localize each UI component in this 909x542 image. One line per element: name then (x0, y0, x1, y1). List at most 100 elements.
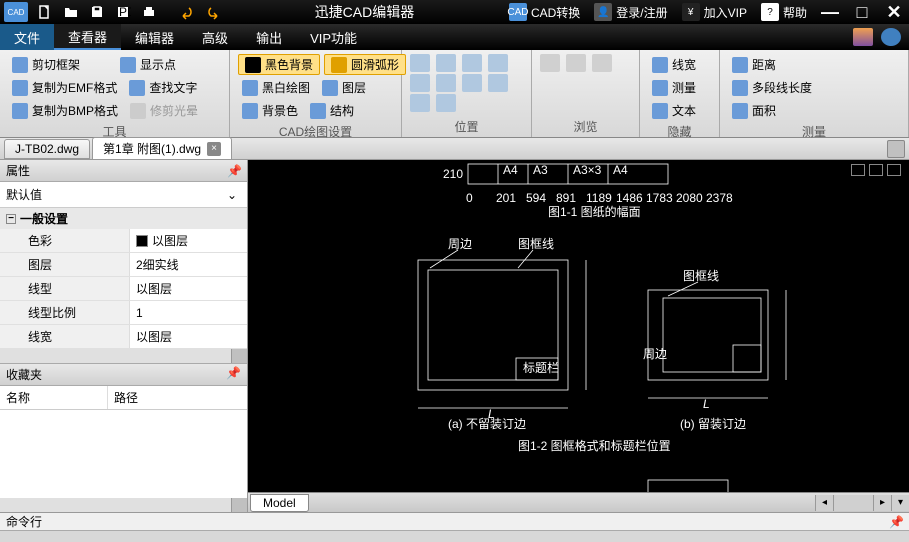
redo-button[interactable] (200, 0, 226, 24)
svg-text:PDF: PDF (119, 5, 131, 19)
save-pdf-button[interactable]: PDF (110, 0, 136, 24)
svg-text:1189: 1189 (586, 191, 612, 205)
print-button[interactable] (136, 0, 162, 24)
help-button[interactable]: ?帮助 (755, 3, 813, 21)
world-icon[interactable] (881, 28, 901, 46)
chevron-down-icon: ⌄ (227, 188, 241, 202)
pan-icon[interactable] (410, 74, 430, 92)
zoom-extents-icon[interactable] (410, 54, 430, 72)
pin-icon[interactable]: 📌 (226, 366, 241, 383)
copy-emf-button[interactable]: 复制为EMF格式 (8, 77, 121, 98)
prop-row-scale[interactable]: 线型比例1 (0, 301, 247, 325)
hide-text-button[interactable]: 文本 (648, 100, 711, 121)
copy-bmp-button[interactable]: 复制为BMP格式 (8, 100, 122, 121)
measure-area-button[interactable]: 面积 (728, 100, 900, 121)
ribbon-group-position-label: 位置 (410, 116, 523, 135)
prop-row-color[interactable]: 色彩以图层 (0, 229, 247, 253)
fav-col-name[interactable]: 名称 (0, 386, 108, 409)
pin-icon[interactable]: 📌 (227, 164, 241, 178)
svg-text:L: L (703, 397, 710, 411)
doc-tab-1[interactable]: J-TB02.dwg (4, 139, 90, 159)
hscroll-left-icon[interactable]: ◂ (815, 495, 833, 511)
structure-button[interactable]: 结构 (306, 100, 358, 121)
open-folder-button[interactable] (58, 0, 84, 24)
fit-page-icon[interactable] (488, 74, 508, 92)
tab-editor[interactable]: 编辑器 (121, 24, 188, 50)
svg-text:1486: 1486 (616, 191, 643, 205)
svg-text:2378: 2378 (706, 191, 733, 205)
show-points-button[interactable]: 显示点 (116, 54, 180, 75)
svg-text:(b) 留装订边: (b) 留装订边 (680, 417, 746, 431)
hide-measure-button[interactable]: 测量 (648, 77, 711, 98)
hide-linewidth-button[interactable]: 线宽 (648, 54, 711, 75)
login-button[interactable]: 👤登录/注册 (588, 3, 673, 21)
svg-text:201: 201 (496, 191, 516, 205)
zoom-out-icon[interactable] (462, 54, 482, 72)
svg-text:周边: 周边 (643, 347, 667, 361)
tab-output[interactable]: 输出 (242, 24, 296, 50)
fit-height-icon[interactable] (462, 74, 482, 92)
hscroll-track[interactable] (833, 495, 873, 511)
zoom-window-icon[interactable] (488, 54, 508, 72)
nav-next-icon[interactable] (566, 54, 586, 72)
close-button[interactable]: ✕ (879, 0, 909, 24)
tab-file[interactable]: 文件 (0, 24, 54, 50)
undo-button[interactable] (174, 0, 200, 24)
save-button[interactable] (84, 0, 110, 24)
repair-halo-button: 修剪光晕 (126, 100, 202, 121)
general-settings-section[interactable]: −一般设置 (0, 208, 247, 229)
nav-refresh-icon[interactable] (592, 54, 612, 72)
zoom-in-icon[interactable] (436, 54, 456, 72)
svg-text:2080: 2080 (676, 191, 703, 205)
bw-draw-button[interactable]: 黑白绘图 (238, 77, 314, 98)
bg-color-button[interactable]: 背景色 (238, 100, 302, 121)
command-line[interactable]: 命令行 📌 (0, 512, 909, 530)
pin-icon[interactable]: 📌 (889, 515, 903, 529)
close-tab-icon[interactable]: × (207, 142, 221, 156)
pen-tool-icon[interactable] (853, 28, 873, 46)
svg-text:A4: A4 (503, 163, 518, 177)
prop-row-linetype[interactable]: 线型以图层 (0, 277, 247, 301)
vscroll-down-icon[interactable]: ▾ (891, 495, 909, 511)
maximize-button[interactable]: □ (847, 0, 877, 24)
hscroll-right-icon[interactable]: ▸ (873, 495, 891, 511)
fav-col-path[interactable]: 路径 (108, 386, 144, 409)
find-text-button[interactable]: 查找文字 (125, 77, 201, 98)
svg-text:A3×3: A3×3 (573, 163, 602, 177)
nav-prev-icon[interactable] (540, 54, 560, 72)
fit-width-icon[interactable] (436, 74, 456, 92)
svg-text:周边: 周边 (448, 237, 472, 251)
svg-text:标题栏: 标题栏 (523, 360, 559, 375)
doc-tab-2[interactable]: 第1章 附图(1).dwg× (92, 137, 232, 160)
drawing-canvas[interactable]: 210 A4 A3 A3×3 A4 0 201 594 891 1189 148… (248, 160, 909, 492)
cad-convert-button[interactable]: CADCAD转换 (503, 3, 586, 21)
ribbon-group-browse-label: 浏览 (540, 116, 631, 135)
default-value-dropdown[interactable]: 默认值 ⌄ (0, 182, 247, 208)
favorites-scrollbar[interactable] (0, 498, 247, 512)
layers-button[interactable]: 图层 (318, 77, 370, 98)
prop-row-linewidth[interactable]: 线宽以图层 (0, 325, 247, 349)
prop-row-layer[interactable]: 图层2细实线 (0, 253, 247, 277)
black-bg-button[interactable]: 黑色背景 (238, 54, 320, 75)
rotate-view-icon[interactable] (410, 94, 430, 112)
join-vip-button[interactable]: ¥加入VIP (676, 3, 753, 21)
svg-text:A4: A4 (613, 163, 628, 177)
smooth-arc-button[interactable]: 圆滑弧形 (324, 54, 406, 75)
model-layout-bar: Model ◂ ▸ ▾ (248, 492, 909, 512)
tab-viewer[interactable]: 查看器 (54, 24, 121, 50)
app-logo-icon: CAD (4, 2, 28, 22)
model-tab[interactable]: Model (250, 494, 309, 512)
tabs-overflow-button[interactable] (887, 140, 905, 158)
favorites-header: 收藏夹 📌 (0, 363, 247, 386)
clip-frame-button[interactable]: 剪切框架 (8, 54, 84, 75)
tab-advanced[interactable]: 高级 (188, 24, 242, 50)
region-icon[interactable] (436, 94, 456, 112)
measure-polyline-button[interactable]: 多段线长度 (728, 77, 900, 98)
svg-text:图框线: 图框线 (683, 269, 719, 283)
document-tabs: J-TB02.dwg 第1章 附图(1).dwg× (0, 138, 909, 160)
new-file-button[interactable] (32, 0, 58, 24)
minimize-button[interactable]: — (815, 0, 845, 24)
tab-vip[interactable]: VIP功能 (296, 24, 371, 50)
measure-distance-button[interactable]: 距离 (728, 54, 900, 75)
properties-scrollbar[interactable] (0, 349, 247, 363)
